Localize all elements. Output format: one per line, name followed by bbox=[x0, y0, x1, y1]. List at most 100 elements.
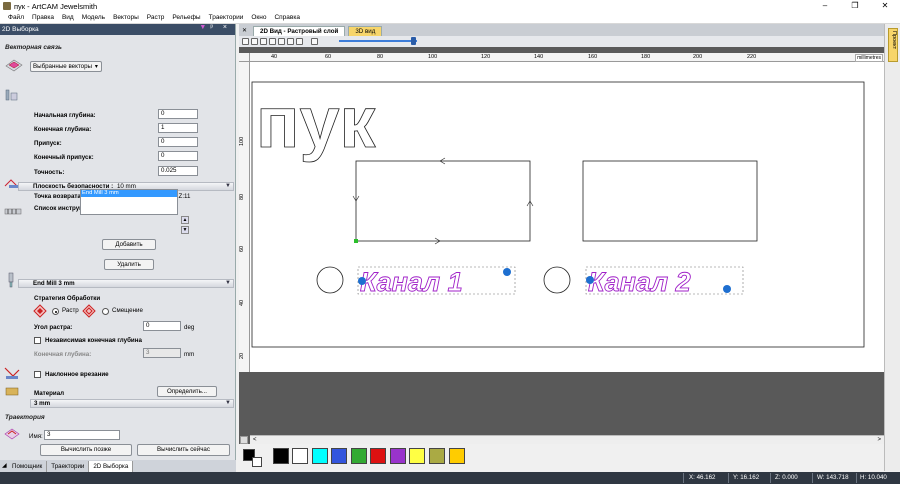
toolpath-name-input[interactable]: 3 bbox=[44, 430, 120, 440]
calculate-later-button[interactable]: Вычислить позже bbox=[40, 444, 132, 456]
pan-icon[interactable] bbox=[260, 38, 267, 45]
tab-2d-view[interactable]: 2D Вид - Растровый слой bbox=[253, 26, 346, 36]
add-tool-button[interactable]: Добавить bbox=[102, 239, 156, 250]
secondary-color-swatch[interactable] bbox=[252, 457, 262, 467]
minimize-button[interactable]: – bbox=[810, 0, 840, 12]
menu-window[interactable]: Окно bbox=[247, 14, 270, 21]
start-node-marker[interactable] bbox=[354, 239, 358, 243]
start-point-marker[interactable] bbox=[723, 285, 731, 293]
ruler-tick: 60 bbox=[325, 54, 332, 60]
drawing-canvas[interactable]: пук Канал 1 Канал 2 bbox=[250, 62, 884, 372]
tab-marker-icon: ◢ bbox=[2, 463, 7, 469]
ramp-checkbox[interactable] bbox=[34, 371, 41, 378]
vertical-ruler: 100 80 60 40 20 bbox=[239, 62, 250, 372]
final-allowance-input[interactable]: 0 bbox=[158, 151, 198, 161]
palette-swatch-cyan[interactable] bbox=[312, 448, 328, 464]
document-area: ✕ 2D Вид - Растровый слой 3D вид 40 60 8… bbox=[239, 24, 884, 471]
material-label: Материал bbox=[34, 390, 65, 397]
tool-list-item[interactable]: End Mill 3 mm bbox=[81, 190, 177, 197]
zoom-out-icon[interactable] bbox=[251, 38, 258, 45]
palette-swatch-purple[interactable] bbox=[390, 448, 406, 464]
independent-depth-checkbox[interactable] bbox=[34, 337, 41, 344]
palette-swatch-green[interactable] bbox=[351, 448, 367, 464]
raster-label: Растр bbox=[62, 307, 79, 314]
canvas-drawing[interactable]: пук Канал 1 Канал 2 bbox=[250, 62, 884, 372]
close-doc-icon[interactable]: ✕ bbox=[242, 26, 250, 36]
start-depth-label: Начальная глубина: bbox=[34, 112, 96, 119]
blend-slider-thumb[interactable] bbox=[411, 37, 416, 45]
canvas-text-big[interactable]: пук bbox=[256, 83, 377, 164]
start-depth-input[interactable]: 0 bbox=[158, 109, 198, 119]
menu-reliefs[interactable]: Рельефы bbox=[168, 14, 204, 21]
menu-edit[interactable]: Правка bbox=[28, 14, 58, 21]
project-tab[interactable]: Проект bbox=[888, 28, 898, 62]
palette-swatch-olive[interactable] bbox=[429, 448, 445, 464]
start-point-marker[interactable] bbox=[503, 268, 511, 276]
zoom-fit-icon[interactable] bbox=[269, 38, 276, 45]
palette-swatch-black[interactable] bbox=[273, 448, 289, 464]
start-point-marker[interactable] bbox=[358, 277, 366, 285]
menu-toolpaths[interactable]: Траектории bbox=[205, 14, 248, 21]
end-depth-label: Конечная глубина: bbox=[34, 126, 92, 133]
panel-title: 2D Выборка bbox=[2, 26, 39, 33]
menu-help[interactable]: Справка bbox=[270, 14, 304, 21]
menu-model[interactable]: Модель bbox=[78, 14, 109, 21]
vector-section-title: Векторная связь bbox=[5, 44, 62, 51]
final-depth-input[interactable]: 3 bbox=[143, 348, 181, 358]
raster-radio[interactable] bbox=[52, 308, 59, 315]
raster-angle-input[interactable]: 0 bbox=[143, 321, 181, 331]
palette-swatch-red[interactable] bbox=[370, 448, 386, 464]
scroll-left-icon[interactable]: < bbox=[253, 436, 257, 444]
tab-assistant[interactable]: Помощник bbox=[8, 461, 48, 472]
right-side-bar: Проект bbox=[884, 24, 900, 471]
blend-slider[interactable] bbox=[339, 40, 417, 42]
color-toggle-icon[interactable] bbox=[240, 436, 248, 444]
tool-bar[interactable]: End Mill 3 mm ▼ bbox=[18, 279, 234, 288]
remove-tool-button[interactable]: Удалить bbox=[104, 259, 154, 270]
menu-bitmap[interactable]: Растр bbox=[143, 14, 169, 21]
maximize-button[interactable]: ❐ bbox=[840, 0, 870, 12]
calculate-now-button[interactable]: Вычислить сейчас bbox=[137, 444, 230, 456]
tolerance-input[interactable]: 0.025 bbox=[158, 166, 198, 176]
menu-view[interactable]: Вид bbox=[58, 14, 78, 21]
offset-label: Смещение bbox=[112, 307, 143, 314]
zoom-all-icon[interactable] bbox=[296, 38, 303, 45]
canvas-text-channel-2[interactable]: Канал 2 bbox=[588, 267, 691, 298]
palette-swatch-blue[interactable] bbox=[331, 448, 347, 464]
zoom-box-icon[interactable] bbox=[278, 38, 285, 45]
final-depth-unit: mm bbox=[184, 351, 195, 358]
panel-pin-controls[interactable]: ▼ᵖ × bbox=[199, 24, 231, 31]
horizontal-scrollbar[interactable]: < > bbox=[240, 435, 884, 444]
palette-swatch-gold[interactable] bbox=[449, 448, 465, 464]
zoom-previous-icon[interactable] bbox=[287, 38, 294, 45]
tool-list-up-button[interactable]: ▲ bbox=[181, 216, 189, 224]
document-tabs: ✕ 2D Вид - Растровый слой 3D вид bbox=[239, 24, 884, 36]
start-point-marker[interactable] bbox=[586, 276, 594, 284]
end-depth-input[interactable]: 1 bbox=[158, 123, 198, 133]
tool-list-down-button[interactable]: ▼ bbox=[181, 226, 189, 234]
allowance-input[interactable]: 0 bbox=[158, 137, 198, 147]
close-button[interactable]: ✕ bbox=[870, 0, 900, 12]
ruler-units[interactable]: millimetres bbox=[855, 54, 883, 62]
layer-icon[interactable] bbox=[311, 38, 318, 45]
offset-radio[interactable] bbox=[102, 308, 109, 315]
tab-toolpaths[interactable]: Траектории bbox=[47, 461, 90, 472]
tab-3d-view[interactable]: 3D вид bbox=[348, 26, 383, 36]
define-material-button[interactable]: Определить... bbox=[157, 386, 217, 397]
material-bar[interactable]: 3 mm ▼ bbox=[30, 399, 234, 408]
offset-strategy-icon bbox=[82, 304, 96, 318]
palette-swatch-white[interactable] bbox=[292, 448, 308, 464]
scroll-right-icon[interactable]: > bbox=[877, 436, 881, 444]
strategy-label: Стратегия Обработки bbox=[34, 295, 101, 302]
zoom-in-icon[interactable] bbox=[242, 38, 249, 45]
ruler-tick: 140 bbox=[534, 54, 544, 60]
panel-bottom-tabs: ◢ Помощник Траектории 2D Выборка bbox=[0, 460, 236, 472]
menu-vectors[interactable]: Векторы bbox=[109, 14, 143, 21]
tool-listbox[interactable]: End Mill 3 mm bbox=[80, 189, 178, 215]
menu-file[interactable]: Файл bbox=[0, 14, 28, 21]
palette-swatch-yellow[interactable] bbox=[409, 448, 425, 464]
vector-select-dropdown[interactable]: Выбранные векторы ▾ bbox=[30, 61, 102, 72]
color-palette bbox=[239, 444, 884, 471]
canvas-text-channel-1[interactable]: Канал 1 bbox=[360, 267, 463, 298]
tab-profile-2d[interactable]: 2D Выборка bbox=[89, 461, 134, 472]
